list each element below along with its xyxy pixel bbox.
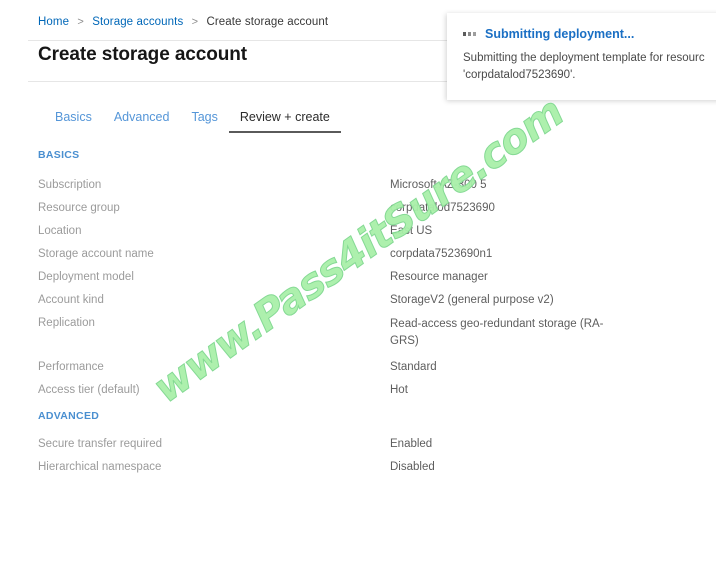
tab-review-create[interactable]: Review + create — [228, 110, 341, 133]
row-label: Storage account name — [38, 248, 154, 260]
row-label: Hierarchical namespace — [38, 461, 162, 473]
tab-bar: Basics Advanced Tags Review + create — [44, 110, 341, 133]
breadcrumb-item-home[interactable]: Home — [38, 16, 69, 28]
tab-tags[interactable]: Tags — [180, 110, 228, 133]
row-value: corpdatalod7523690 — [390, 202, 495, 214]
row-value: StorageV2 (general purpose v2) — [390, 294, 554, 306]
breadcrumb-separator-icon: > — [77, 16, 84, 28]
row-value: Disabled — [390, 461, 435, 473]
row-value: East US — [390, 225, 433, 237]
row-label: Replication — [38, 317, 95, 329]
row-label: Access tier (default) — [38, 384, 140, 396]
notification-body-line2: 'corpdatalod7523690'. — [463, 69, 576, 81]
tab-basics[interactable]: Basics — [44, 110, 103, 133]
tab-advanced[interactable]: Advanced — [103, 110, 181, 133]
notification-body: Submitting the deployment template for r… — [463, 50, 716, 84]
row-label: Subscription — [38, 179, 102, 191]
section-heading-basics: BASICS — [38, 149, 80, 161]
notification-title[interactable]: Submitting deployment... — [485, 27, 634, 41]
row-value: Standard — [390, 361, 437, 373]
row-label: Account kind — [38, 294, 104, 306]
breadcrumb-separator-icon: > — [191, 16, 199, 28]
row-value: corpdata7523690n1 — [390, 248, 493, 260]
row-label: Secure transfer required — [38, 438, 163, 450]
breadcrumb-item-current: Create storage account — [206, 16, 329, 28]
breadcrumb-item-storage-accounts[interactable]: Storage accounts — [92, 16, 183, 28]
notification-toast[interactable]: Submitting deployment... Submitting the … — [447, 13, 716, 100]
row-value: Resource manager — [390, 271, 488, 283]
notification-header: Submitting deployment... — [463, 27, 716, 41]
page-title: Create storage account — [38, 44, 247, 65]
row-label: Location — [38, 225, 82, 237]
row-label: Performance — [38, 361, 104, 373]
row-value: Enabled — [390, 438, 433, 450]
progress-dots-icon — [463, 32, 476, 36]
section-heading-advanced: ADVANCED — [38, 410, 100, 422]
row-value: Read-access geo-redundant storage (RA-GR… — [390, 318, 604, 347]
row-value: Hot — [390, 384, 408, 396]
row-value: Microsoft AZ-300 5 — [390, 179, 487, 191]
notification-body-line1: Submitting the deployment template for r… — [463, 52, 705, 64]
row-label: Resource group — [38, 202, 120, 214]
row-label: Deployment model — [38, 271, 134, 283]
azure-portal-blade: Home > Storage accounts > Create storage… — [0, 0, 716, 561]
breadcrumb: Home > Storage accounts > Create storage… — [38, 16, 328, 28]
